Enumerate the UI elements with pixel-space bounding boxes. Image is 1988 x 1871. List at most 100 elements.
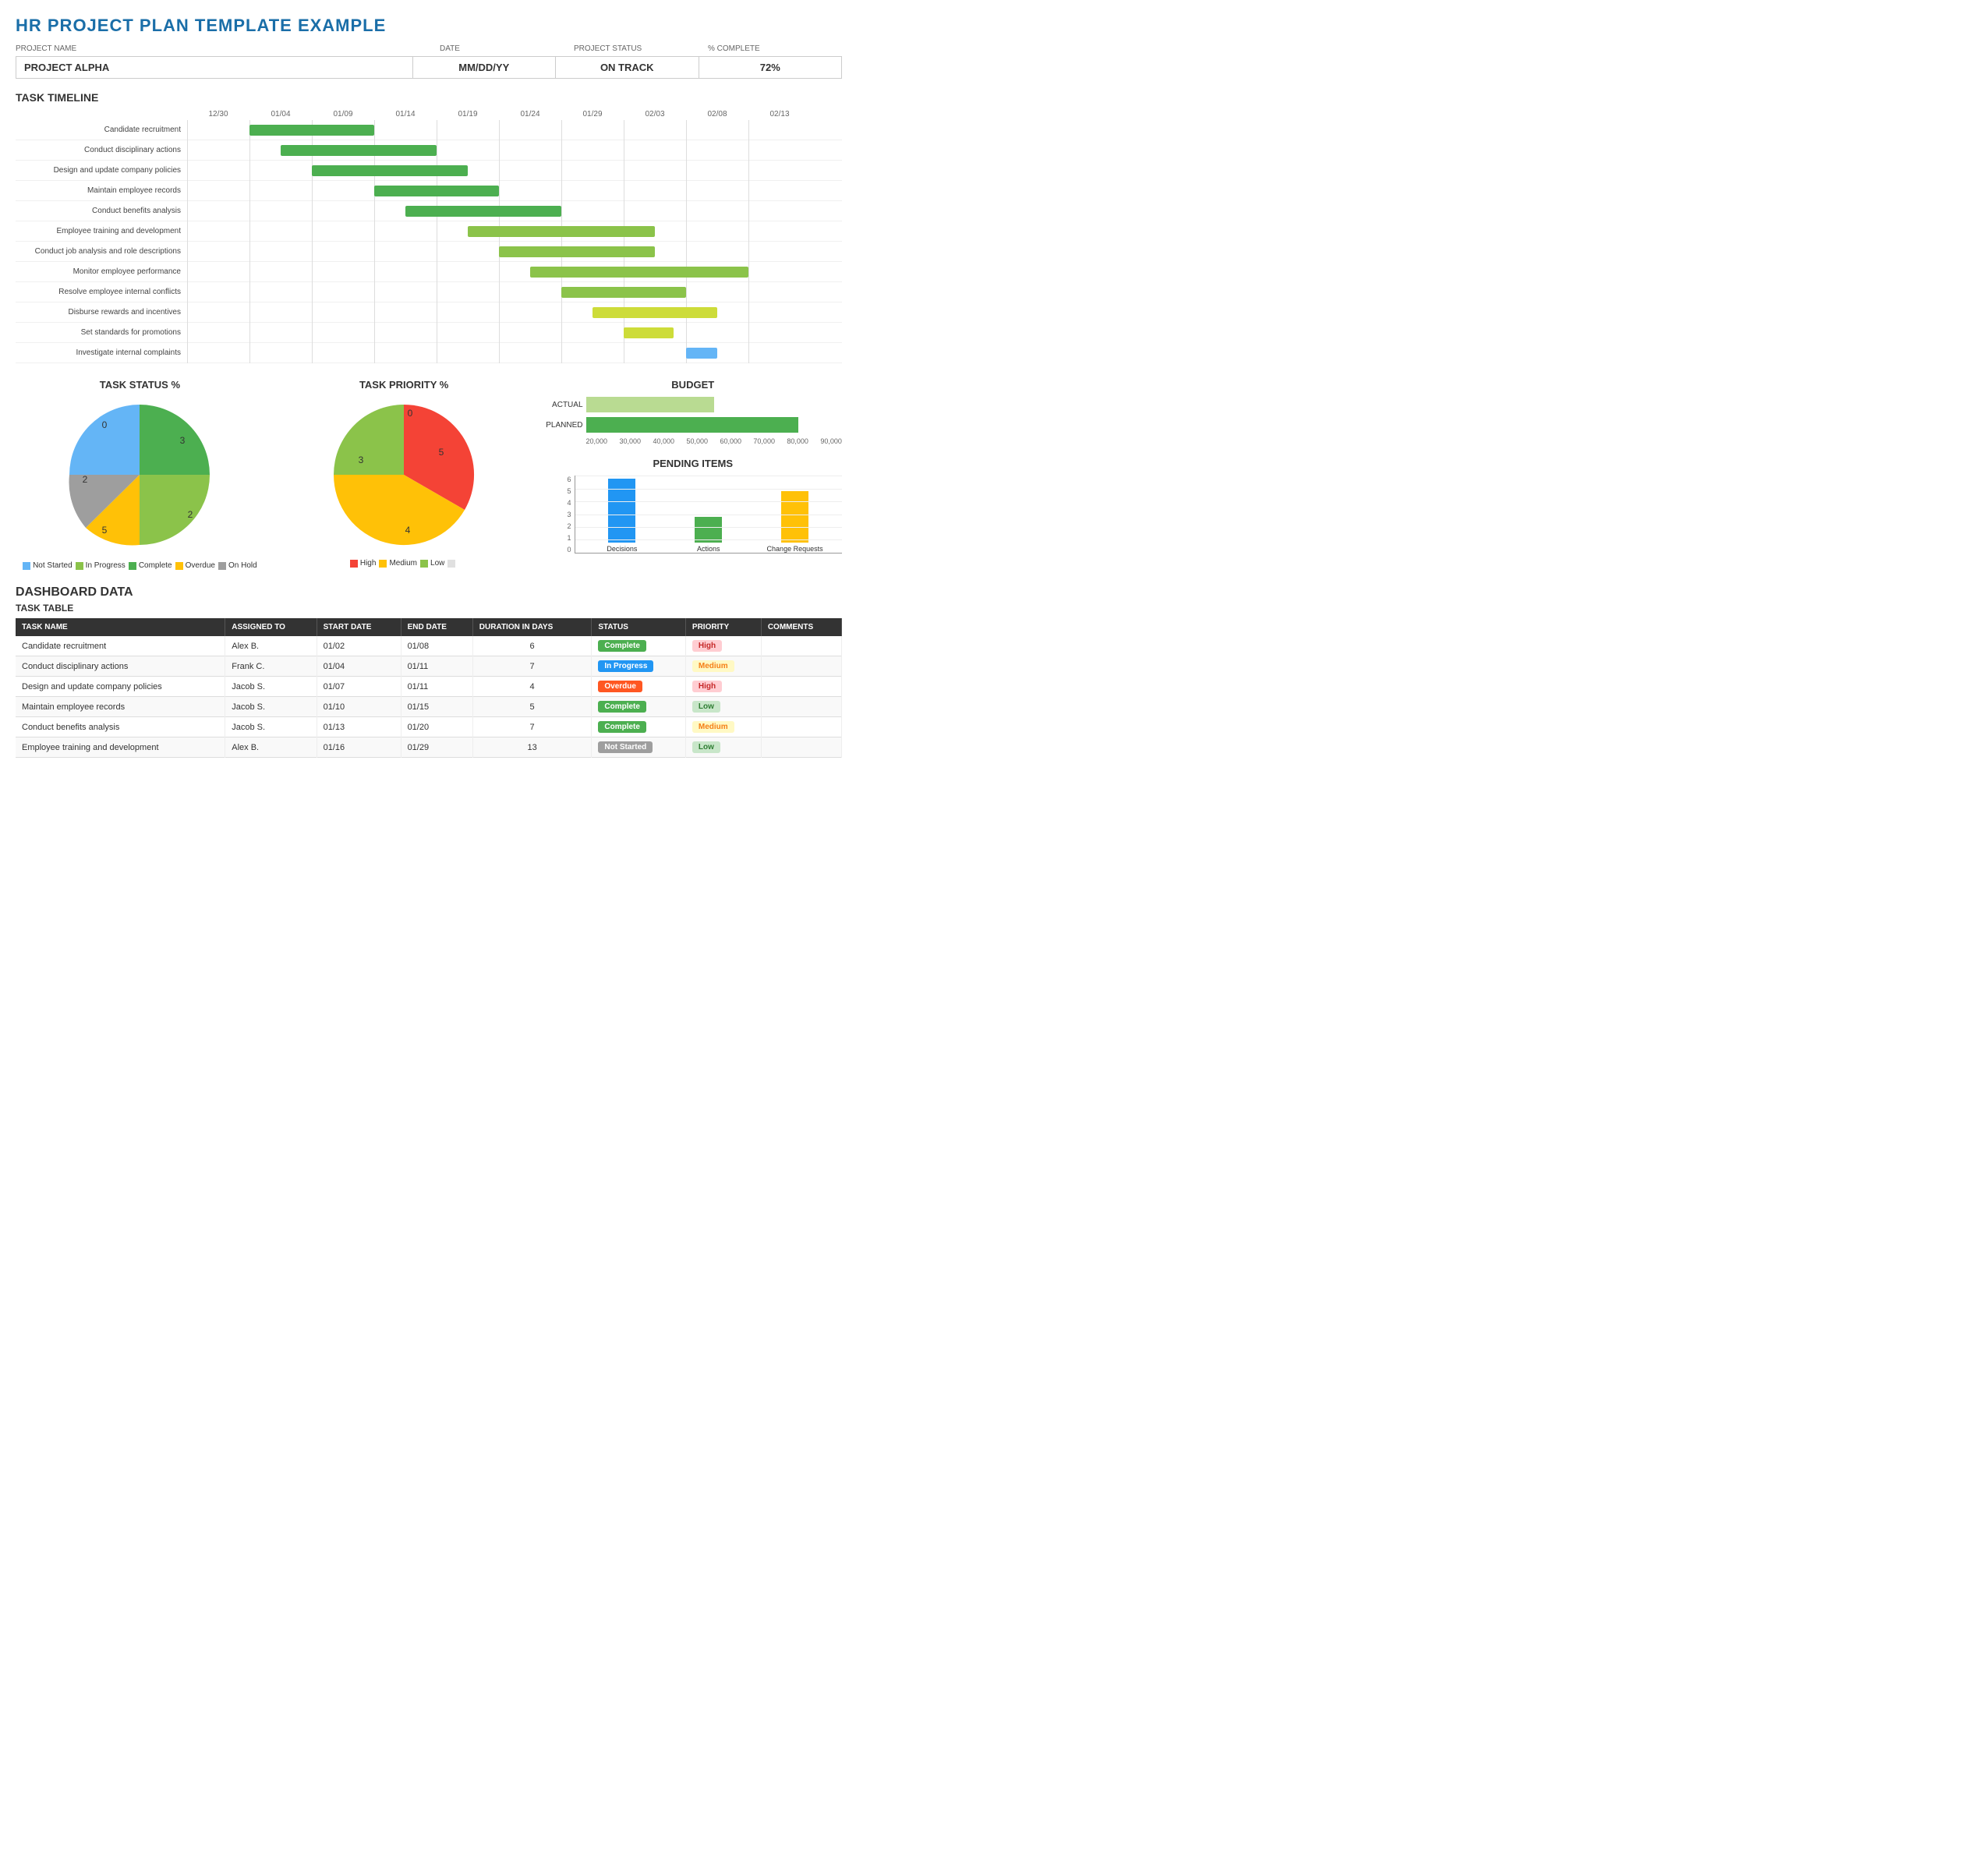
gantt-bar-10: [624, 327, 674, 338]
cell-duration: 7: [472, 717, 592, 737]
task-priority-svg: 5 4 3 0: [326, 397, 482, 553]
gantt-bars-10: [187, 323, 842, 343]
gantt-chart: 12/30 01/04 01/09 01/14 01/19 01/24 01/2…: [16, 110, 842, 363]
gantt-date-0: 12/30: [187, 110, 249, 118]
grid-line: [561, 201, 562, 221]
page-title: HR PROJECT PLAN TEMPLATE EXAMPLE: [16, 16, 842, 36]
grid-line: [686, 242, 687, 262]
gantt-bars-4: [187, 201, 842, 221]
grid-line: [748, 221, 749, 242]
gantt-row-2: Design and update company policies: [16, 161, 842, 181]
grid-line: [249, 181, 250, 201]
status-label: PROJECT STATUS: [574, 44, 642, 53]
gantt-bar-8: [561, 287, 686, 298]
svg-text:3: 3: [180, 435, 186, 446]
grid-line: [686, 140, 687, 161]
budget-actual-bar: [586, 397, 714, 412]
cell-priority: Low: [685, 697, 761, 717]
grid-line: [561, 161, 562, 181]
grid-line: [187, 120, 188, 140]
grid-line-4: [575, 501, 842, 502]
project-name-cell: PROJECT ALPHA: [16, 57, 413, 78]
cell-task: Candidate recruitment: [16, 636, 225, 656]
actions-label: Actions: [697, 545, 720, 553]
grid-line: [748, 201, 749, 221]
legend-complete: Complete: [129, 561, 172, 570]
gantt-date-6: 01/29: [561, 110, 624, 118]
task-priority-pie: 5 4 3 0 High Medium Low: [280, 397, 529, 568]
table-row: Maintain employee recordsJacob S.01/1001…: [16, 697, 842, 717]
budget-chart: BUDGET ACTUAL PLANNED 20,000 30,000: [544, 379, 843, 445]
gantt-label-7: Monitor employee performance: [16, 267, 187, 276]
budget-actual-label: ACTUAL: [544, 401, 583, 409]
gantt-date-1: 01/04: [249, 110, 312, 118]
legend-on-hold: On Hold: [218, 561, 257, 570]
grid-line: [499, 140, 500, 161]
cell-duration: 7: [472, 656, 592, 677]
col-priority: PRIORITY: [685, 618, 761, 636]
budget-title: BUDGET: [544, 379, 843, 391]
decisions-label: Decisions: [607, 545, 637, 553]
budget-bars: ACTUAL PLANNED: [544, 397, 843, 433]
gantt-label-9: Disburse rewards and incentives: [16, 308, 187, 317]
grid-line: [249, 201, 250, 221]
cell-end: 01/08: [401, 636, 472, 656]
gantt-row-3: Maintain employee records: [16, 181, 842, 201]
date-cell: MM/DD/YY: [413, 57, 557, 78]
grid-line: [374, 120, 375, 140]
budget-planned-label: PLANNED: [544, 421, 583, 430]
complete-label: % COMPLETE: [708, 44, 760, 53]
grid-line: [499, 302, 500, 323]
grid-line: [374, 201, 375, 221]
grid-line: [187, 343, 188, 363]
table-subtitle: TASK TABLE: [16, 603, 842, 614]
col-start: START DATE: [317, 618, 401, 636]
cell-task: Conduct disciplinary actions: [16, 656, 225, 677]
gantt-row-9: Disburse rewards and incentives: [16, 302, 842, 323]
grid-line: [748, 282, 749, 302]
gantt-bar-9: [593, 307, 717, 318]
gantt-bars-5: [187, 221, 842, 242]
gantt-row-0: Candidate recruitment: [16, 120, 842, 140]
grid-line: [374, 302, 375, 323]
grid-line: [686, 282, 687, 302]
svg-text:4: 4: [405, 525, 411, 536]
grid-line: [561, 302, 562, 323]
gantt-row-7: Monitor employee performance: [16, 262, 842, 282]
change-requests-label: Change Requests: [767, 545, 823, 553]
grid-line: [312, 323, 313, 343]
table-body: Candidate recruitmentAlex B.01/0201/086C…: [16, 636, 842, 758]
grid-line: [499, 343, 500, 363]
grid-line: [499, 181, 500, 201]
cell-assigned: Jacob S.: [225, 717, 317, 737]
task-status-legend: Not Started In Progress Complete Overdue…: [23, 561, 257, 570]
grid-line: [312, 262, 313, 282]
grid-line: [748, 323, 749, 343]
grid-line: [187, 262, 188, 282]
status-cell: ON TRACK: [556, 57, 699, 78]
grid-line: [748, 181, 749, 201]
gantt-label-4: Conduct benefits analysis: [16, 207, 187, 215]
cell-end: 01/20: [401, 717, 472, 737]
cell-comments: [761, 737, 841, 758]
cell-end: 01/15: [401, 697, 472, 717]
project-info-labels: PROJECT NAME DATE PROJECT STATUS % COMPL…: [16, 42, 842, 53]
gantt-bar-11: [686, 348, 717, 359]
cell-status: Overdue: [592, 677, 686, 697]
legend-low: Low: [420, 559, 444, 568]
grid-line: [748, 262, 749, 282]
pending-y-labels: 6 5 4 3 2 1 0: [568, 476, 571, 554]
cell-task: Employee training and development: [16, 737, 225, 758]
grid-line: [561, 181, 562, 201]
pending-bars-container: Decisions Actions Change Requests: [575, 476, 842, 554]
pending-items-title: PENDING ITEMS: [544, 458, 843, 469]
grid-line: [249, 221, 250, 242]
gantt-label-11: Investigate internal complaints: [16, 348, 187, 357]
gantt-row-8: Resolve employee internal conflicts: [16, 282, 842, 302]
legend-not-started: Not Started: [23, 561, 73, 570]
legend-high: High: [350, 559, 377, 568]
grid-line: [249, 323, 250, 343]
svg-text:2: 2: [188, 509, 193, 520]
gantt-date-8: 02/08: [686, 110, 748, 118]
gantt-bars-9: [187, 302, 842, 323]
